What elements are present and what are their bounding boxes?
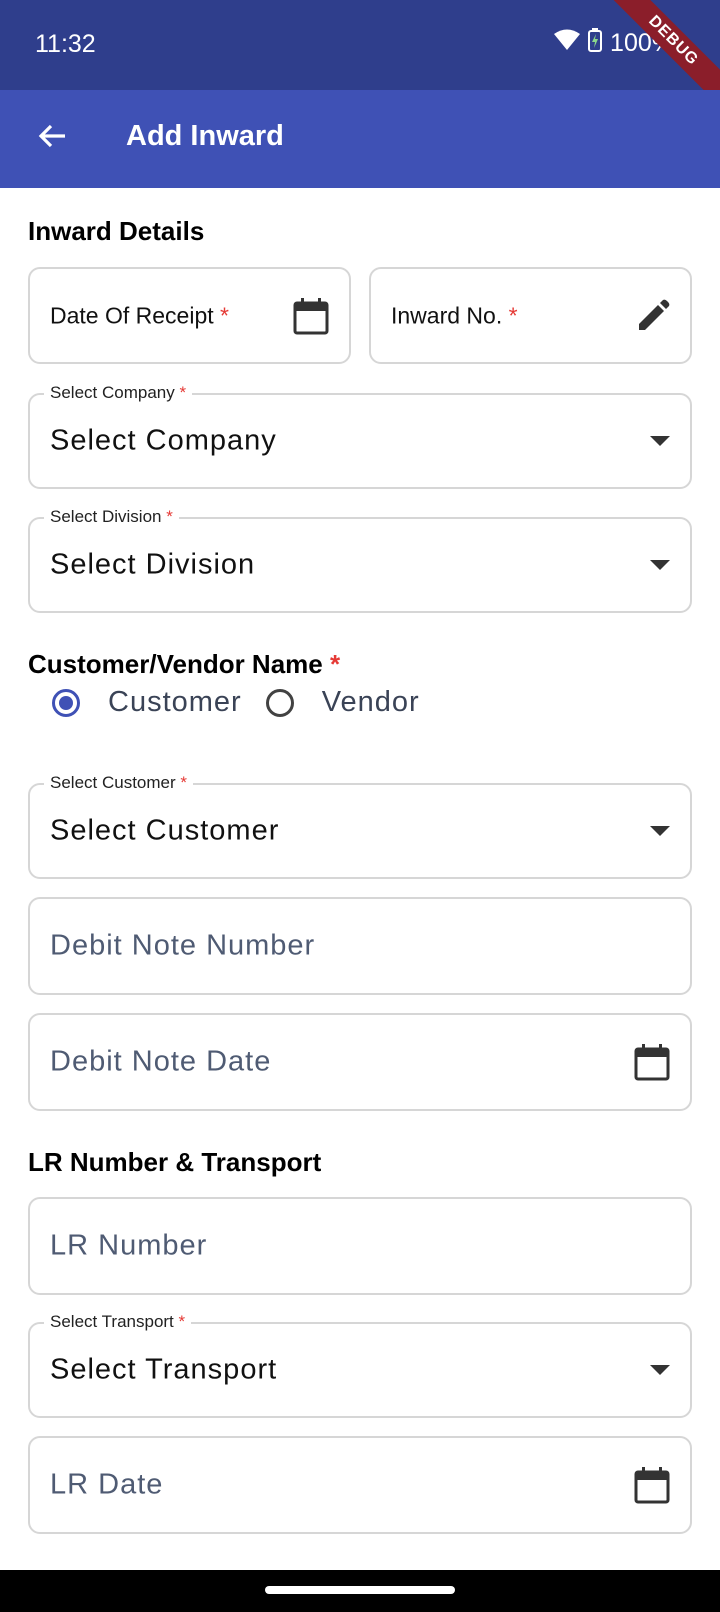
wifi-icon bbox=[554, 29, 581, 58]
date-of-receipt-field[interactable]: Date Of Receipt * bbox=[28, 267, 351, 364]
page-title: Add Inward bbox=[126, 120, 284, 152]
dropdown-arrow-icon bbox=[650, 560, 670, 570]
select-customer-value: Select Customer bbox=[50, 814, 280, 847]
system-nav-bar bbox=[0, 1570, 720, 1612]
date-of-receipt-label: Date Of Receipt * bbox=[50, 302, 229, 328]
calendar-icon[interactable] bbox=[634, 1043, 670, 1081]
debit-note-number-input[interactable]: Debit Note Number bbox=[28, 897, 692, 995]
select-division-legend: Select Division * bbox=[44, 507, 179, 527]
select-company-legend: Select Company * bbox=[44, 383, 193, 403]
section-heading-lr-transport: LR Number & Transport bbox=[28, 1147, 322, 1177]
select-transport-dropdown[interactable]: Select Transport * Select Transport bbox=[28, 1312, 692, 1418]
battery-icon bbox=[588, 28, 603, 59]
inward-no-label: Inward No. * bbox=[391, 302, 518, 328]
select-customer-legend: Select Customer * bbox=[44, 773, 194, 793]
debit-note-date-input[interactable]: Debit Note Date bbox=[28, 1013, 692, 1111]
debit-note-date-placeholder: Debit Note Date bbox=[50, 1045, 272, 1078]
select-company-dropdown[interactable]: Select Company * Select Company bbox=[28, 383, 692, 489]
section-heading-customer-vendor: Customer/Vendor Name * bbox=[28, 649, 341, 679]
lr-number-placeholder: LR Number bbox=[50, 1229, 208, 1262]
select-division-value: Select Division bbox=[50, 548, 256, 581]
select-division-dropdown[interactable]: Select Division * Select Division bbox=[28, 507, 692, 613]
lr-number-input[interactable]: LR Number bbox=[28, 1197, 692, 1295]
arrow-left-icon bbox=[37, 123, 67, 154]
dropdown-arrow-icon bbox=[650, 826, 670, 836]
radio-vendor-label: Vendor bbox=[321, 686, 420, 718]
debit-note-number-placeholder: Debit Note Number bbox=[50, 929, 316, 962]
app-bar: Add Inward bbox=[0, 90, 720, 188]
select-company-value: Select Company bbox=[50, 424, 277, 457]
customer-vendor-radio-group: Customer Vendor bbox=[52, 686, 444, 719]
home-gesture-handle[interactable] bbox=[265, 1586, 455, 1594]
lr-date-input[interactable]: LR Date bbox=[28, 1436, 692, 1534]
select-customer-dropdown[interactable]: Select Customer * Select Customer bbox=[28, 773, 692, 879]
back-button[interactable] bbox=[28, 114, 76, 162]
select-transport-legend: Select Transport * bbox=[44, 1312, 192, 1332]
dropdown-arrow-icon bbox=[650, 436, 670, 446]
inward-no-field[interactable]: Inward No. * bbox=[369, 267, 692, 364]
section-heading-inward-details: Inward Details bbox=[28, 216, 205, 246]
status-time: 11:32 bbox=[35, 30, 96, 58]
calendar-icon[interactable] bbox=[293, 297, 329, 335]
radio-selected-icon bbox=[52, 688, 80, 717]
lr-date-placeholder: LR Date bbox=[50, 1468, 164, 1501]
radio-vendor[interactable]: Vendor bbox=[265, 686, 420, 719]
pencil-icon[interactable] bbox=[636, 299, 670, 333]
select-transport-value: Select Transport bbox=[50, 1353, 278, 1386]
radio-customer[interactable]: Customer bbox=[52, 686, 242, 719]
radio-customer-label: Customer bbox=[108, 686, 242, 718]
dropdown-arrow-icon bbox=[650, 1365, 670, 1375]
calendar-icon[interactable] bbox=[634, 1466, 670, 1504]
status-bar: 11:32 100% DEBUG bbox=[0, 0, 720, 90]
radio-unselected-icon bbox=[265, 688, 294, 717]
